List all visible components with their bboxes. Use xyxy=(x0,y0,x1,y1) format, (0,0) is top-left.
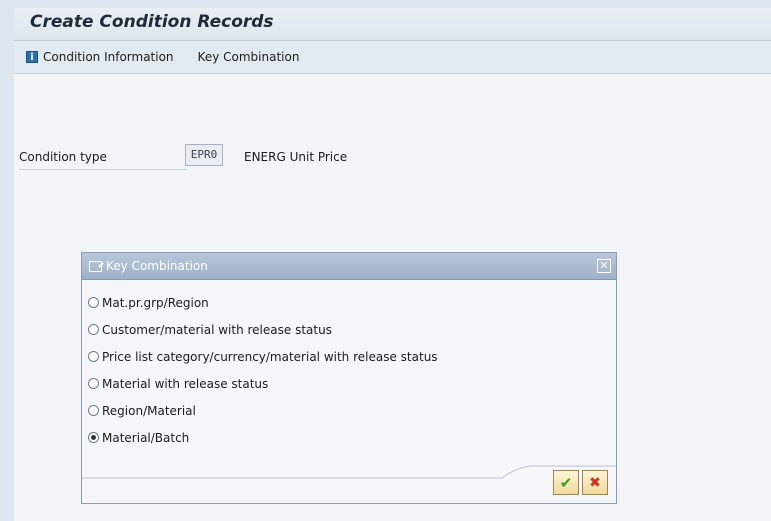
condition-type-row: Condition type EPR0 ENERG Unit Price xyxy=(16,144,356,170)
condition-type-description: ENERG Unit Price xyxy=(244,150,348,164)
key-combination-label: Key Combination xyxy=(197,50,300,64)
close-icon[interactable]: ✕ xyxy=(597,259,611,273)
option-region-material[interactable]: Region/Material xyxy=(88,397,616,424)
option-customer-material-release-status[interactable]: Customer/material with release status xyxy=(88,316,616,343)
option-label: Customer/material with release status xyxy=(102,322,332,337)
option-material-release-status[interactable]: Material with release status xyxy=(88,370,616,397)
dialog-footer: ✔ ✖ xyxy=(82,465,616,503)
radio-button[interactable] xyxy=(88,324,99,335)
page-title: Create Condition Records xyxy=(30,12,274,32)
dialog-title: Key Combination xyxy=(106,259,208,273)
key-combination-options: Mat.pr.grp/Region Customer/material with… xyxy=(82,280,616,451)
cancel-x-icon: ✖ xyxy=(589,474,601,491)
footer-divider xyxy=(82,465,616,479)
radio-button[interactable] xyxy=(88,297,99,308)
option-mat-pr-grp-region[interactable]: Mat.pr.grp/Region xyxy=(88,289,616,316)
radio-button[interactable] xyxy=(88,378,99,389)
info-icon: i xyxy=(26,51,38,63)
radio-button[interactable] xyxy=(88,405,99,416)
radio-button[interactable] xyxy=(88,351,99,362)
title-bar: Create Condition Records xyxy=(14,8,771,41)
radio-button-selected[interactable] xyxy=(88,432,99,443)
option-label: Region/Material xyxy=(102,403,196,418)
key-combination-button[interactable]: Key Combination xyxy=(198,50,300,64)
application-toolbar: i Condition Information Key Combination xyxy=(14,41,771,74)
key-combination-dialog: Key Combination ✕ Mat.pr.grp/Region Cust… xyxy=(81,252,617,504)
edit-dialog-icon xyxy=(89,260,102,272)
condition-information-label: Condition Information xyxy=(43,50,174,64)
condition-type-label: Condition type xyxy=(19,148,187,170)
dialog-header[interactable]: Key Combination ✕ xyxy=(82,253,616,280)
condition-information-button[interactable]: i Condition Information xyxy=(26,50,174,64)
option-material-batch[interactable]: Material/Batch xyxy=(88,424,616,451)
option-label: Price list category/currency/material wi… xyxy=(102,349,438,364)
option-label: Mat.pr.grp/Region xyxy=(102,295,209,310)
cancel-button[interactable]: ✖ xyxy=(582,470,608,495)
checkmark-icon: ✔ xyxy=(559,473,573,492)
option-label: Material with release status xyxy=(102,376,269,391)
condition-type-input[interactable]: EPR0 xyxy=(185,144,223,166)
option-label: Material/Batch xyxy=(102,430,190,445)
option-price-list-category-currency-material[interactable]: Price list category/currency/material wi… xyxy=(88,343,616,370)
continue-button[interactable]: ✔ xyxy=(553,470,579,495)
